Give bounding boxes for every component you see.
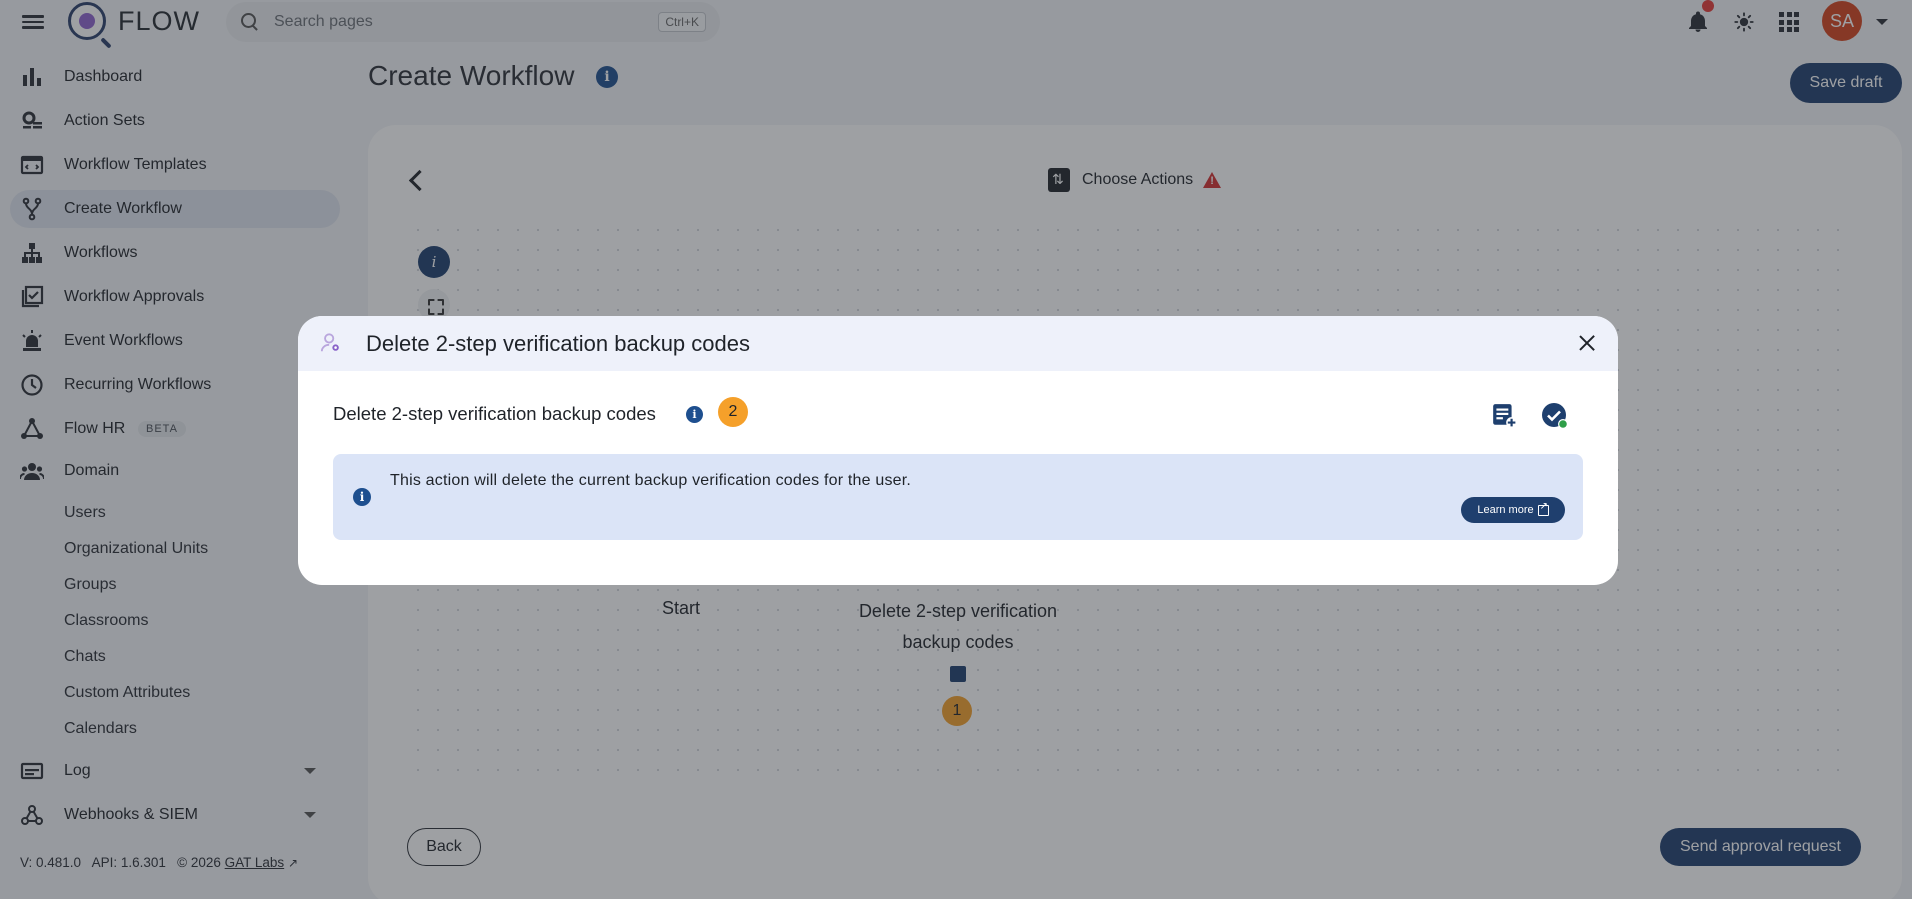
verified-check-icon[interactable] (1541, 402, 1569, 430)
action-title: Delete 2-step verification backup codes (333, 403, 656, 424)
learn-more-button[interactable]: Learn more (1461, 497, 1565, 523)
external-link-icon (1537, 501, 1549, 516)
add-note-icon[interactable] (1491, 402, 1517, 428)
user-key-icon (320, 333, 339, 352)
modal-header: Delete 2-step verification backup codes (298, 316, 1618, 371)
learn-more-label: Learn more (1477, 504, 1534, 516)
action-description-box: i This action will delete the current ba… (333, 454, 1583, 540)
info-icon: i (353, 488, 371, 506)
action-modal: Delete 2-step verification backup codes … (298, 316, 1618, 585)
action-description: This action will delete the current back… (390, 472, 912, 489)
close-icon[interactable] (1576, 332, 1598, 354)
modal-count-badge: 2 (718, 397, 748, 427)
modal-title: Delete 2-step verification backup codes (366, 331, 750, 356)
info-icon[interactable]: i (686, 406, 703, 423)
